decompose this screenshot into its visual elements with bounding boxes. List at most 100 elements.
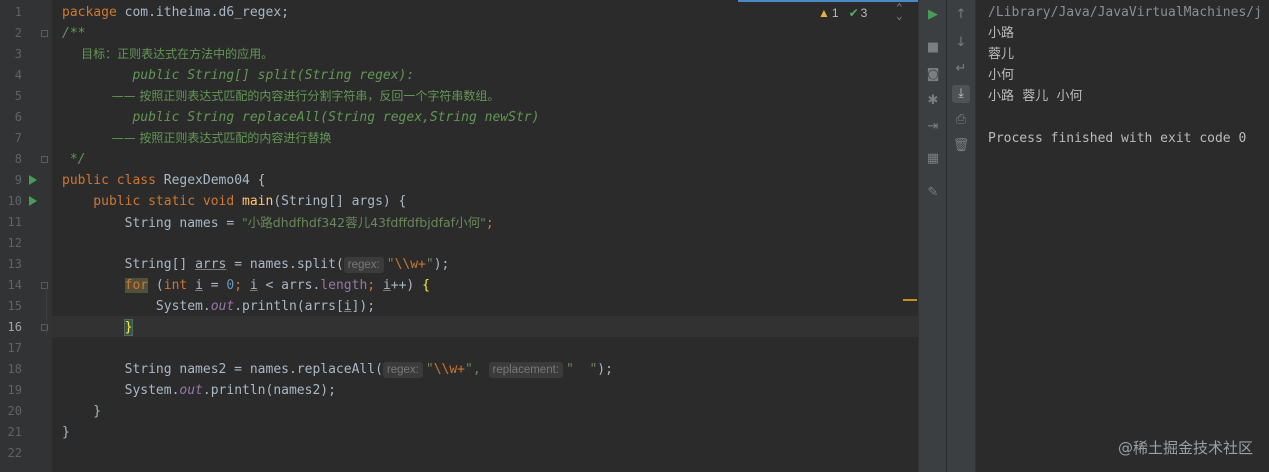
code-text: String names =: [62, 216, 243, 231]
line-number: 8: [14, 152, 22, 166]
code-line: 目标：正则表达式在方法中的应用。: [62, 47, 274, 61]
code-line: /**: [62, 26, 86, 41]
run-class-icon[interactable]: [29, 175, 37, 185]
line-number: 13: [7, 257, 22, 271]
code-text: System.: [62, 299, 211, 314]
code-line: }: [62, 404, 102, 419]
keyword: package: [62, 5, 117, 20]
code-line: for (int i = 0; i < arrs.length; i++) {: [62, 275, 918, 296]
pin-icon[interactable]: ✎: [924, 184, 942, 202]
code-text: = names.split(: [226, 257, 344, 272]
code-line: }: [62, 317, 918, 338]
console-line: 小路: [988, 26, 1015, 41]
line-number: 7: [14, 131, 22, 145]
warning-count: 1: [831, 6, 839, 20]
code-line: System.out.println(arrs[i]);: [62, 296, 918, 317]
semicolon: ;: [485, 216, 494, 231]
escape-sequence: \\w+: [433, 362, 466, 377]
code-line: package com.itheima.d6_regex;: [62, 2, 918, 23]
scrollbar-warning-marker[interactable]: [903, 299, 917, 301]
line-number: 18: [7, 362, 22, 376]
keyword: int: [163, 278, 188, 293]
console-line: 小何: [988, 68, 1015, 83]
loop-variable: i: [343, 299, 352, 314]
warning-triangle-icon: ▲: [818, 6, 830, 20]
inspection-widget[interactable]: ▲ 1 ✔ 3: [818, 6, 867, 20]
string-literal: " ": [565, 362, 598, 377]
ok-count: 3: [860, 6, 868, 20]
code-text: );: [433, 257, 450, 272]
loop-variable: i: [195, 278, 203, 293]
soft-wrap-icon[interactable]: ↵: [952, 60, 970, 78]
console-toolbar: ↑ ↓ ↵ ⤓ ⎙ 🗑: [947, 0, 976, 472]
layout-icon[interactable]: ▦: [924, 150, 942, 168]
trash-icon[interactable]: 🗑: [952, 137, 970, 155]
field-name: length: [320, 278, 368, 293]
line-gutter: 1 2 3 4 5 6 7 8 9 10 11 12 13 14 15 16 1…: [0, 0, 52, 472]
arrow-up-icon[interactable]: ↑: [952, 6, 970, 24]
keyword: public static void: [62, 194, 235, 209]
parameter-hint: regex:: [343, 257, 384, 273]
code-line: String names = "小路dhdfhdf342蓉儿43fdffdfbj…: [62, 212, 918, 233]
run-main-icon[interactable]: [29, 196, 37, 206]
code-text: (String[] args) {: [273, 194, 407, 209]
check-icon: ✔: [848, 6, 859, 20]
rerun-icon[interactable]: ▶: [924, 6, 942, 24]
code-text: ++): [390, 278, 423, 293]
code-editor[interactable]: 1 2 3 4 5 6 7 8 9 10 11 12 13 14 15 16 1…: [0, 0, 918, 472]
field-name: out: [210, 299, 235, 314]
code-line: —— 按照正则表达式匹配的内容进行替换: [62, 131, 332, 145]
exit-icon[interactable]: ⇥: [924, 118, 942, 136]
keyword: public class: [62, 173, 156, 188]
print-icon[interactable]: ⎙: [952, 111, 970, 129]
parameter-hint: regex:: [382, 362, 423, 378]
code-line: }: [62, 425, 70, 440]
parameter-hint: replacement:: [488, 362, 563, 378]
code-line: public class RegexDemo04 {: [62, 170, 918, 191]
line-number: 10: [7, 194, 22, 208]
code-text: System.: [62, 383, 180, 398]
console-line: /Library/Java/JavaVirtualMachines/j: [988, 2, 1262, 23]
code-text: String names2 = names.replaceAll(: [62, 362, 383, 377]
line-number: 4: [14, 68, 22, 82]
arrow-down-icon[interactable]: ↓: [952, 34, 970, 52]
scroll-to-end-icon[interactable]: ⤓: [952, 85, 970, 103]
string-quote: ": [425, 362, 434, 377]
code-text: .println(names2);: [202, 383, 336, 398]
fold-toggle-icon[interactable]: [41, 156, 48, 163]
run-toolbar: ▶ ■ ◙ ✱ ⇥ ▦ ✎: [918, 0, 947, 472]
code-line: public String[] split(String regex):: [62, 68, 415, 83]
line-number: 12: [7, 236, 22, 250]
chevron-up-down-icon[interactable]: ⌃ ⌄: [896, 2, 903, 21]
fold-toggle-icon[interactable]: [41, 30, 48, 37]
stop-icon[interactable]: ■: [924, 39, 942, 57]
line-number: 15: [7, 299, 22, 313]
code-text: .println(arrs[: [234, 299, 344, 314]
loop-variable: i: [382, 278, 391, 293]
line-number: 3: [14, 47, 22, 61]
debug-icon[interactable]: ✱: [924, 92, 942, 110]
code-line: public static void main(String[] args) {: [62, 191, 918, 212]
camera-icon[interactable]: ◙: [924, 66, 942, 84]
code-line: String names2 = names.replaceAll(regex: "…: [62, 359, 918, 380]
code-text: RegexDemo04 {: [155, 173, 266, 188]
code-line: System.out.println(names2);: [62, 380, 918, 401]
run-console[interactable]: /Library/Java/JavaVirtualMachines/j 小路 蓉…: [976, 0, 1269, 472]
brace-match: }: [123, 319, 134, 336]
line-number: 14: [7, 278, 22, 292]
line-number: 21: [7, 425, 22, 439]
code-text: (: [148, 278, 164, 293]
code-line: */: [62, 152, 86, 167]
method-name: main: [242, 194, 274, 209]
line-number: 2: [14, 26, 22, 40]
code-line: String[] arrs = names.split(regex: "\\w+"…: [62, 254, 918, 275]
line-number: 17: [7, 341, 22, 355]
code-line: public String replaceAll(String regex,St…: [62, 110, 540, 125]
line-number: 16: [7, 320, 22, 334]
watermark: @稀土掘金技术社区: [1117, 439, 1253, 457]
console-line: 蓉儿: [988, 47, 1015, 62]
java-path: /Library/Java/JavaVirtualMachines/j: [988, 5, 1262, 20]
console-line: Process finished with exit code 0: [988, 131, 1247, 146]
console-line: 小路 蓉儿 小何: [988, 89, 1083, 104]
